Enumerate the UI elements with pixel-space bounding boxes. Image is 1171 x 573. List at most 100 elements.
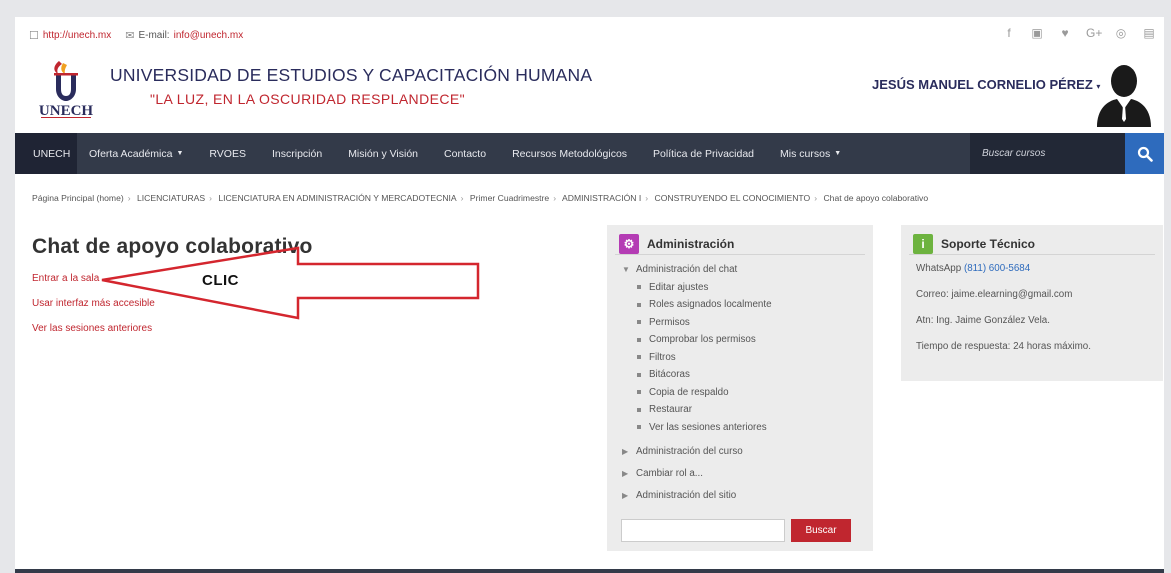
whatsapp-label: WhatsApp [916, 263, 962, 274]
admin-search-button[interactable]: Buscar [791, 519, 851, 542]
triangle-down-icon: ▼ [622, 265, 630, 275]
user-name: JESÚS MANUEL CORNELIO PÉREZ [872, 77, 1093, 92]
tree-item-ver-sesiones[interactable]: Ver las sesiones anteriores [637, 419, 873, 437]
university-name: UNIVERSIDAD DE ESTUDIOS Y CAPACITACIÓN H… [110, 65, 593, 85]
whatsapp-link[interactable]: (811) 600-5684 [964, 263, 1030, 274]
tree-item-roles[interactable]: Roles asignados localmente [637, 296, 873, 314]
browser-viewport: ☐ http://unech.mx ✉ E-mail: info@unech.m… [15, 17, 1164, 573]
tree-item-editar-ajustes[interactable]: Editar ajustes [637, 279, 873, 297]
tree-node-chat-admin[interactable]: ▼ Administración del chat [622, 261, 873, 279]
chevron-right-icon: › [553, 193, 557, 203]
chevron-right-icon: › [645, 193, 649, 203]
tree-item-permisos[interactable]: Permisos [637, 314, 873, 332]
gears-icon: ⚙ [619, 233, 639, 254]
bullet-icon [637, 320, 641, 325]
nav-item-inscripcion[interactable]: Inscripción [258, 133, 334, 174]
tree-item-restaurar[interactable]: Restaurar [637, 401, 873, 419]
google-plus-icon[interactable]: G+ [1086, 26, 1102, 40]
email-label: E-mail: [138, 30, 170, 41]
clic-annotation: CLIC [202, 272, 239, 289]
chevron-right-icon: › [814, 193, 818, 203]
tree-item-comprobar-permisos[interactable]: Comprobar los permisos [637, 331, 873, 349]
bullet-icon [637, 337, 641, 342]
breadcrumb: Página Principal (home) › LICENCIATURAS › … [32, 193, 928, 203]
breadcrumb-item[interactable]: LICENCIATURAS [137, 193, 205, 203]
tree-node-site-admin[interactable]: ▶ Administración del sitio [622, 484, 873, 506]
site-url-item[interactable]: ☐ http://unech.mx [29, 29, 111, 42]
tree-node-switch-role[interactable]: ▶ Cambiar rol a... [622, 462, 873, 484]
breadcrumb-item[interactable]: Página Principal (home) [32, 193, 124, 203]
support-body: WhatsApp (811) 600-5684 Correo: jaime.el… [901, 255, 1163, 367]
chevron-right-icon: › [209, 193, 212, 203]
nav-item-oferta-academica[interactable]: Oferta Académica ▼ [77, 133, 195, 174]
instagram-icon[interactable]: ◎ [1114, 26, 1128, 40]
nav-item-label: Mis cursos [780, 147, 831, 160]
nav-item-mision-vision[interactable]: Misión y Visión [334, 133, 430, 174]
tree-item-bitacoras[interactable]: Bitácoras [637, 366, 873, 384]
chevron-right-icon: › [460, 193, 464, 203]
nav-item-recursos[interactable]: Recursos Metodológicos [498, 133, 639, 174]
user-avatar[interactable] [1095, 59, 1153, 127]
triangle-right-icon: ▶ [622, 468, 629, 478]
bookmark-icon: ☐ [29, 30, 39, 42]
support-email: Correo: jaime.elearning@gmail.com [916, 289, 1073, 300]
admin-tree: ▼ Administración del chat Editar ajustes… [607, 255, 873, 506]
breadcrumb-item[interactable]: CONSTRUYENDO EL CONOCIMIENTO [655, 193, 811, 203]
tree-item-filtros[interactable]: Filtros [637, 349, 873, 367]
search-button[interactable] [1125, 133, 1164, 174]
tree-item-label: Permisos [649, 316, 690, 328]
past-sessions-link[interactable]: Ver las sesiones anteriores [32, 323, 155, 334]
bullet-icon [637, 355, 641, 360]
tree-node-label: Administración del curso [636, 445, 743, 457]
info-icon: i [913, 233, 933, 254]
user-menu[interactable]: JESÚS MANUEL CORNELIO PÉREZ ▾ [872, 77, 1100, 92]
course-search-input[interactable]: Buscar cursos [970, 133, 1125, 174]
twitter-icon[interactable]: ♥ [1058, 26, 1072, 40]
tree-item-label: Filtros [649, 351, 676, 363]
nav-item-mis-cursos[interactable]: Mis cursos ▼ [766, 133, 853, 174]
bullet-icon [637, 425, 641, 430]
tree-item-copia-respaldo[interactable]: Copia de respaldo [637, 384, 873, 402]
email-link[interactable]: info@unech.mx [174, 30, 244, 41]
triangle-right-icon: ▶ [622, 446, 629, 456]
breadcrumb-item[interactable]: ADMINISTRACIÓN I [562, 193, 641, 203]
chevron-right-icon: › [127, 193, 131, 203]
logo-text: UNECH [39, 103, 94, 119]
bullet-icon [637, 407, 641, 412]
main-nav: UNECH Oferta Académica ▼ RVOES Inscripció… [15, 133, 1164, 174]
support-title: Soporte Técnico [941, 236, 1036, 251]
email-item[interactable]: ✉ E-mail: info@unech.mx [125, 29, 243, 42]
breadcrumb-item[interactable]: Primer Cuadrimestre [470, 193, 549, 203]
admin-search-form: Buscar [621, 519, 851, 542]
youtube-icon[interactable]: ▤ [1142, 26, 1156, 40]
breadcrumb-current: Chat de apoyo colaborativo [823, 193, 929, 203]
tree-node-course-admin[interactable]: ▶ Administración del curso [622, 440, 873, 462]
nav-item-label: Oferta Académica [89, 147, 173, 160]
tree-item-label: Bitácoras [649, 369, 690, 381]
site-url[interactable]: http://unech.mx [43, 30, 111, 41]
social-links: f ▣ ♥ G+ ◎ ▤ [1002, 26, 1156, 40]
tree-item-label: Ver las sesiones anteriores [649, 421, 767, 433]
nav-item-contacto[interactable]: Contacto [430, 133, 498, 174]
support-block: i Soporte Técnico WhatsApp (811) 600-568… [901, 225, 1163, 381]
nav-item-rvoes[interactable]: RVOES [195, 133, 258, 174]
caret-down-icon: ▼ [834, 150, 842, 157]
breadcrumb-item[interactable]: LICENCIATURA EN ADMINISTRACIÓN Y MERCADO… [218, 193, 456, 203]
tree-node-label: Cambiar rol a... [636, 467, 703, 479]
bullet-icon [637, 372, 641, 377]
admin-search-input[interactable] [621, 519, 785, 542]
facebook-icon[interactable]: f [1002, 26, 1016, 40]
flickr-icon[interactable]: ▣ [1030, 26, 1044, 40]
nav-brand[interactable]: UNECH [15, 133, 77, 174]
unech-logo[interactable]: UNECH [26, 59, 106, 121]
support-contact: Atn: Ing. Jaime González Vela. [916, 315, 1050, 326]
bullet-icon [637, 285, 641, 290]
top-contact-bar: ☐ http://unech.mx ✉ E-mail: info@unech.m… [15, 17, 1164, 51]
nav-item-privacidad[interactable]: Política de Privacidad [639, 133, 766, 174]
footer-bar [15, 569, 1164, 573]
tree-item-label: Roles asignados localmente [649, 299, 772, 311]
site-header: UNECH UNIVERSIDAD DE ESTUDIOS Y CAPACITA… [15, 51, 1164, 133]
whatsapp-line: WhatsApp (811) 600-5684 [916, 263, 1163, 289]
support-response-time: Tiempo de respuesta: 24 horas máximo. [916, 341, 1091, 352]
bullet-icon [637, 390, 641, 395]
